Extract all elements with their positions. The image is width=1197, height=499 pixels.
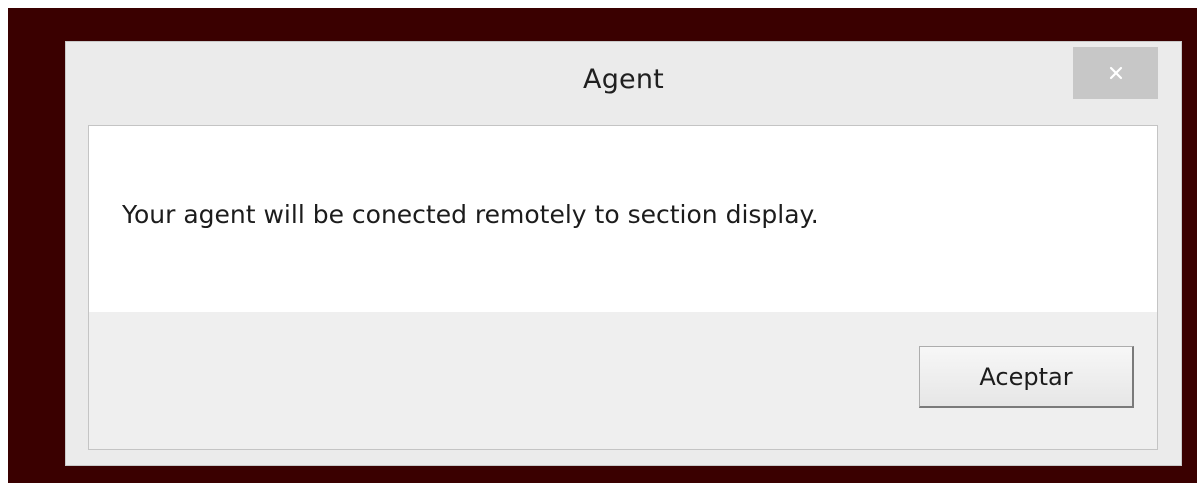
dialog-title: Agent xyxy=(583,64,664,95)
button-area: Aceptar xyxy=(89,312,1157,449)
message-dialog: Agent Your agent will be conected remote… xyxy=(65,41,1182,466)
message-area: Your agent will be conected remotely to … xyxy=(89,126,1157,312)
dialog-titlebar[interactable]: Agent xyxy=(66,42,1181,125)
close-button[interactable] xyxy=(1073,47,1158,99)
screen: Agent Your agent will be conected remote… xyxy=(0,0,1197,499)
dialog-message: Your agent will be conected remotely to … xyxy=(122,200,819,229)
dialog-content: Your agent will be conected remotely to … xyxy=(88,125,1158,450)
close-icon xyxy=(1109,66,1122,80)
aceptar-button[interactable]: Aceptar xyxy=(919,346,1134,408)
